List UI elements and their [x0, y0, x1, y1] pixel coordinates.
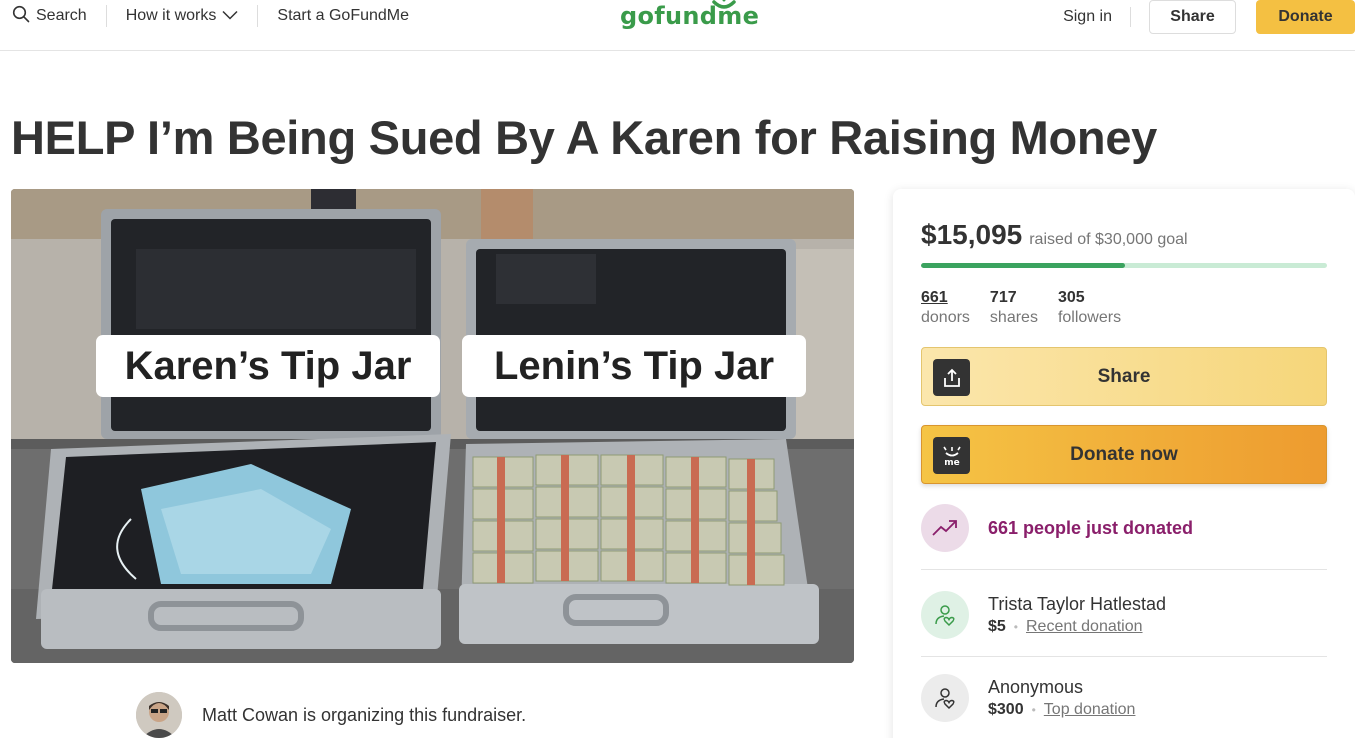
avatar-photo-icon — [136, 692, 182, 738]
donate-button-top[interactable]: Donate — [1256, 0, 1355, 34]
amount-raised-line: $15,095 raised of $30,000 goal — [921, 219, 1188, 251]
donation-details: Trista Taylor Hatlestad $5 • Recent dona… — [988, 592, 1166, 638]
donate-now-label: Donate now — [1070, 443, 1178, 465]
organizer-text: Matt Cowan is organizing this fundraiser… — [202, 704, 527, 725]
trending-text: 661 people just donated — [988, 517, 1194, 538]
divider — [921, 656, 1327, 657]
chevron-down-icon — [222, 7, 238, 25]
donor-name: Trista Taylor Hatlestad — [988, 594, 1167, 614]
share-button[interactable]: Share — [921, 347, 1327, 406]
donate-icon-text: me — [944, 458, 959, 468]
donation-item: Anonymous $300 • Top donation — [921, 674, 1135, 722]
organizer-row: Matt Cowan is organizing this fundraiser… — [136, 692, 526, 738]
stat-donors[interactable]: 661 donors — [921, 288, 970, 328]
how-it-works-menu[interactable]: How it works — [126, 7, 239, 25]
goal-text: raised of $30,000 goal — [1029, 231, 1188, 248]
donation-sidebar: $15,095 raised of $30,000 goal 661 donor… — [893, 189, 1355, 738]
logo-text: gofundme — [620, 2, 760, 30]
gofundme-me-icon: me — [933, 437, 970, 474]
stat-donors-label: donors — [921, 309, 970, 326]
stat-followers: 305 followers — [1058, 288, 1121, 328]
briefcases-illustration — [11, 189, 854, 663]
hero-label-karen: Karen’s Tip Jar — [96, 335, 440, 397]
sign-in-link[interactable]: Sign in — [1063, 8, 1112, 26]
start-gofundme-label: Start a GoFundMe — [277, 7, 410, 24]
recent-donation-link[interactable]: Recent donation — [1026, 616, 1143, 638]
donation-amount: $5 — [988, 618, 1006, 635]
share-button-label: Share — [1097, 365, 1151, 387]
top-donation-link[interactable]: Top donation — [1044, 699, 1136, 721]
share-upload-icon — [933, 359, 970, 396]
trending-up-icon — [921, 504, 969, 552]
donation-amount: $300 — [988, 701, 1024, 718]
campaign-hero-image: Karen’s Tip Jar Lenin’s Tip Jar — [11, 189, 854, 663]
gofundme-logo[interactable]: gofundme — [618, 0, 759, 36]
divider — [921, 569, 1327, 570]
stats-row: 661 donors 717 shares 305 followers — [921, 288, 1121, 328]
donor-name: Anonymous — [988, 677, 1084, 697]
hero-label-lenin: Lenin’s Tip Jar — [462, 335, 806, 397]
amount-raised: $15,095 — [921, 219, 1023, 250]
separator-dot: • — [1013, 620, 1018, 634]
donor-heart-icon — [921, 591, 969, 639]
nav-divider — [257, 5, 259, 27]
trending-row: 661 people just donated — [921, 504, 1193, 552]
top-nav: Search How it works Start a GoFundMe gof… — [0, 0, 1355, 51]
organizer-avatar[interactable] — [136, 692, 182, 738]
stat-shares: 717 shares — [990, 288, 1038, 328]
stat-shares-label: shares — [989, 309, 1038, 326]
search-icon — [12, 5, 30, 28]
donation-meta: $5 • Recent donation — [988, 616, 1166, 638]
campaign-title: HELP I’m Being Sued By A Karen for Raisi… — [11, 111, 1158, 164]
donation-details: Anonymous $300 • Top donation — [988, 675, 1135, 721]
nav-left: Search How it works Start a GoFundMe — [12, 0, 409, 32]
stat-shares-value: 717 — [989, 289, 1017, 306]
progress-bar-fill — [921, 263, 1126, 268]
start-gofundme-link[interactable]: Start a GoFundMe — [277, 7, 409, 25]
search-label: Search — [36, 7, 87, 24]
nav-divider — [105, 5, 107, 27]
separator-dot: • — [1031, 703, 1036, 717]
donate-now-button[interactable]: me Donate now — [921, 425, 1327, 484]
nav-divider — [1130, 7, 1131, 27]
donation-item: Trista Taylor Hatlestad $5 • Recent dona… — [921, 591, 1166, 639]
progress-bar — [921, 263, 1327, 268]
how-it-works-label: How it works — [125, 7, 217, 24]
donation-meta: $300 • Top donation — [988, 699, 1135, 721]
share-button-top[interactable]: Share — [1149, 0, 1236, 34]
donor-heart-icon — [921, 674, 969, 722]
nav-right: Sign in Share Donate — [1063, 0, 1355, 34]
stat-followers-label: followers — [1057, 309, 1122, 326]
stat-followers-value: 305 — [1057, 289, 1085, 306]
stat-donors-value: 661 — [921, 289, 948, 306]
search-link[interactable]: Search — [12, 5, 87, 28]
